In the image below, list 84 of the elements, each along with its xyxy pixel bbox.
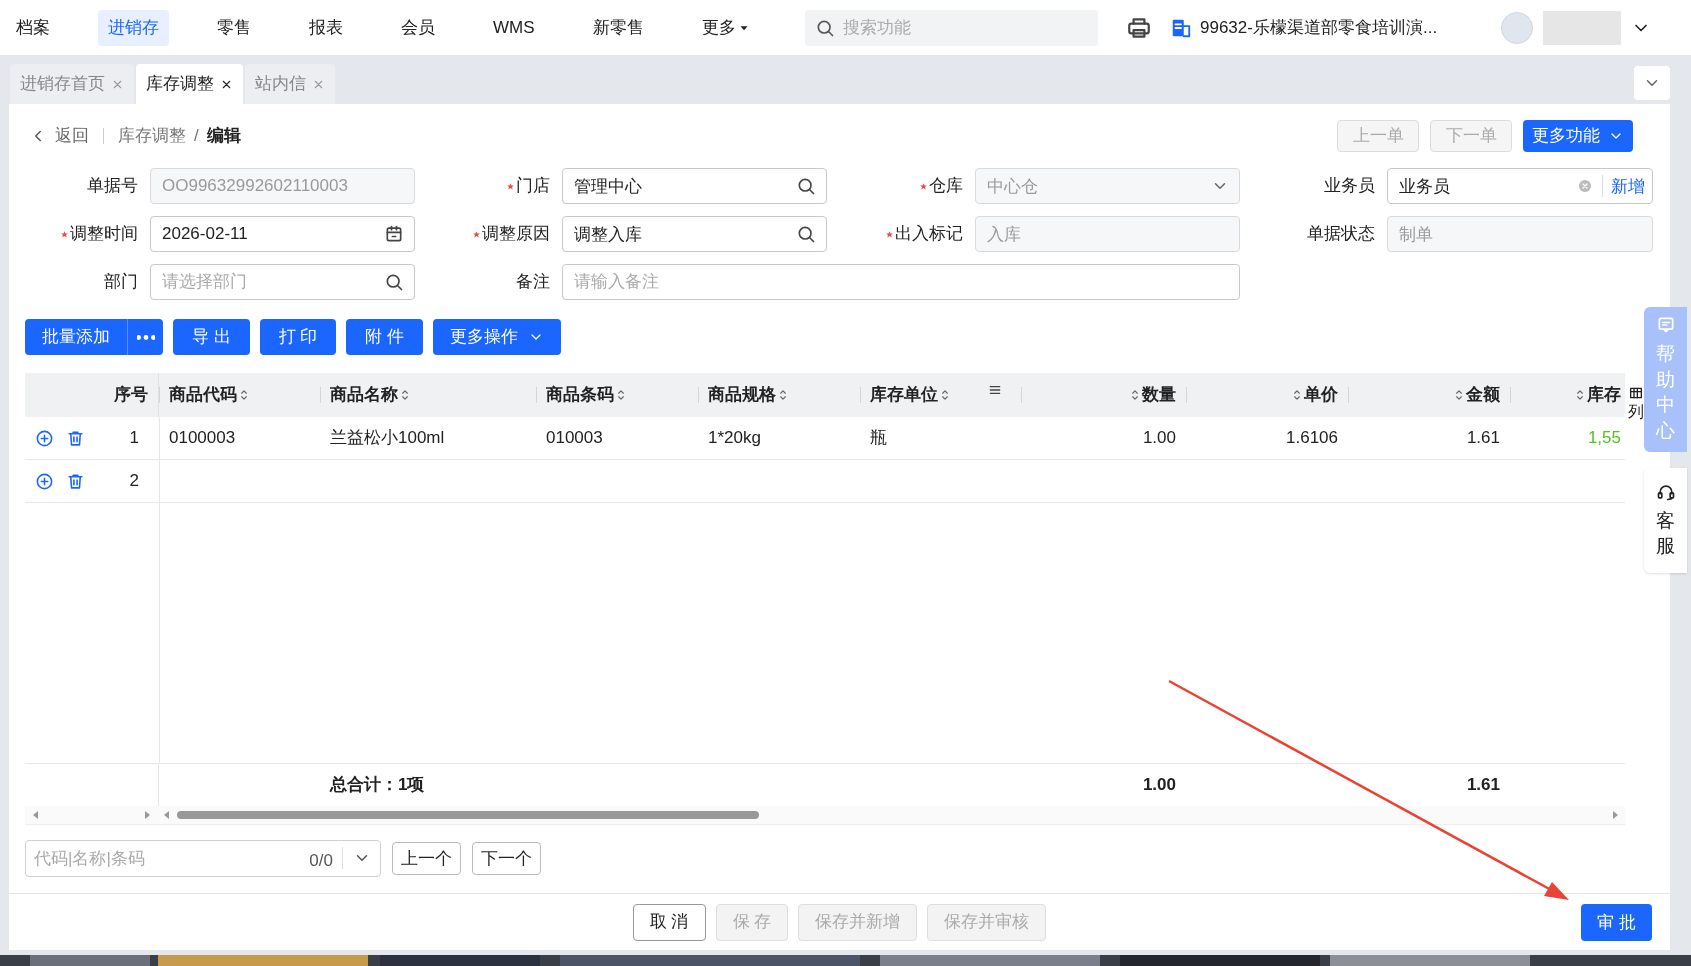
table-cell-text: 1.6106 (1286, 427, 1338, 450)
column-header[interactable]: 金额 (1466, 382, 1500, 408)
more-actions-button[interactable]: 更多操作 (433, 319, 562, 355)
column-header[interactable]: 数量 (1142, 382, 1176, 408)
breadcrumb-separator: / (194, 125, 199, 148)
match-count: 0/0 (309, 850, 333, 872)
table-cell-text: 兰益松小100ml (330, 427, 445, 450)
batch-add-button[interactable]: 批量添加 (25, 319, 127, 355)
column-header[interactable]: 商品代码 (169, 382, 237, 408)
previous-button[interactable]: 上一个 (392, 842, 461, 875)
breadcrumb-current: 编辑 (206, 125, 241, 148)
summary-label: 总合计：1项 (330, 774, 425, 797)
search-field[interactable]: 搜索功能 (805, 9, 1098, 46)
field-label: 备注 (516, 271, 550, 294)
tab[interactable]: 库存调整 (136, 64, 243, 104)
field-label: 出入标记 (895, 223, 963, 246)
scroll-left-arrow[interactable] (33, 811, 38, 819)
store-name[interactable]: 99632-乐檬渠道部零食培训演... (1200, 14, 1438, 41)
field-label: 部门 (104, 271, 138, 294)
field-label: 门店 (516, 175, 550, 198)
toolbar-button[interactable]: 导 出 (173, 319, 250, 355)
breadcrumb-link[interactable]: 库存调整 (118, 123, 186, 149)
table-cell-text: 1*20kg (708, 427, 761, 450)
toolbar-button[interactable]: 附 件 (346, 319, 424, 355)
input-field[interactable]: 调整入库 (562, 216, 827, 252)
nav-item[interactable]: 进销存 (98, 9, 169, 46)
field-label: 仓库 (929, 175, 963, 198)
field-label: 调整时间 (70, 223, 138, 246)
field-label: 调整原因 (482, 223, 550, 246)
nav-item[interactable]: 会员 (391, 9, 445, 46)
nav-item[interactable]: 新零售 (582, 9, 654, 46)
add-row-icon[interactable] (35, 471, 54, 491)
nav-item[interactable]: 报表 (299, 9, 353, 46)
date-field[interactable]: 2026-02-11 (150, 216, 415, 252)
field-label: 单据状态 (1307, 223, 1375, 246)
column-header[interactable]: 商品规格 (708, 382, 776, 408)
back-link[interactable]: 返回 (55, 123, 89, 149)
column-settings-button[interactable]: 列 (1627, 385, 1644, 423)
nav-item[interactable]: 更多 (691, 9, 761, 46)
row-number: 1 (129, 427, 139, 450)
delete-icon[interactable] (66, 471, 85, 491)
column-header[interactable]: 单价 (1304, 382, 1338, 408)
table-cell-text: 1,55 (1587, 427, 1621, 450)
search-icon[interactable] (796, 176, 816, 196)
approve-button[interactable]: 审 批 (1581, 904, 1652, 941)
scrollbar-thumb[interactable] (177, 811, 759, 819)
more-icon (136, 334, 155, 340)
scroll-right-arrow[interactable] (1613, 811, 1618, 819)
nav-item[interactable]: 零售 (207, 9, 261, 46)
row-number: 2 (129, 470, 139, 493)
column-header[interactable]: 库存单位 (870, 382, 938, 408)
scroll-right-arrow[interactable] (145, 811, 150, 819)
calendar-icon[interactable] (384, 224, 404, 244)
total-quantity: 1.00 (1142, 774, 1176, 797)
search-icon[interactable] (384, 272, 404, 292)
more-functions-button[interactable]: 更多功能 (1523, 120, 1633, 152)
column-header[interactable]: 序号 (114, 382, 148, 408)
input-field[interactable]: 管理中心 (562, 168, 827, 204)
column-header[interactable]: 库存 (1587, 382, 1621, 408)
table-cell-text: 010003 (546, 427, 603, 450)
search-icon[interactable] (796, 224, 816, 244)
table-cell-text: 1.61 (1466, 427, 1500, 450)
toolbar-button[interactable]: 打 印 (259, 319, 337, 355)
column-header[interactable]: 商品条码 (546, 382, 614, 408)
nav-item[interactable]: 档案 (6, 9, 60, 46)
footer-button[interactable]: 取 消 (632, 903, 706, 941)
delete-icon[interactable] (66, 428, 85, 448)
input-field[interactable]: 请选择部门 (150, 264, 415, 300)
nav-item[interactable]: WMS (483, 9, 545, 46)
next-button[interactable]: 下一个 (472, 842, 541, 875)
add-link[interactable]: 新增 (1611, 174, 1645, 200)
total-amount: 1.61 (1466, 774, 1500, 797)
columns-icon (1627, 385, 1644, 401)
table-cell-text: 0100003 (169, 427, 236, 450)
field-label: 业务员 (1324, 175, 1375, 198)
add-row-icon[interactable] (35, 428, 54, 448)
table-cell-text: 1.00 (1142, 427, 1176, 450)
input-field[interactable]: 请输入备注 (562, 264, 1240, 300)
table-cell-text: 瓶 (870, 427, 887, 450)
more-button[interactable] (127, 319, 163, 355)
column-header[interactable]: 商品名称 (330, 382, 398, 408)
customer-service-button[interactable]: 客服 (1644, 467, 1687, 573)
field-label: 单据号 (87, 175, 138, 198)
scroll-left-arrow[interactable] (164, 811, 169, 819)
